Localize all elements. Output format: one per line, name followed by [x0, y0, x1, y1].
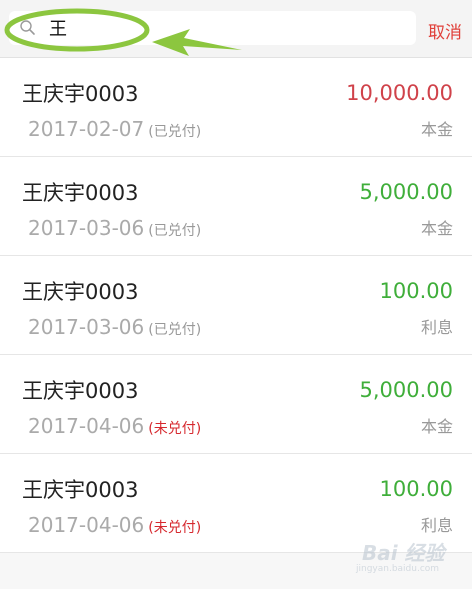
record-type: 利息	[420, 318, 453, 337]
status-label: (未兑付)	[148, 520, 202, 536]
record-list: 王庆宇0003 2017-02-07 (已兑付) 10,000.00 本金 王庆宇…	[0, 58, 472, 553]
record-date: 2017-04-06 (未兑付)	[28, 414, 202, 438]
search-input[interactable]	[49, 15, 404, 41]
record-type: 本金	[420, 120, 453, 139]
record-date: 2017-04-06 (未兑付)	[28, 513, 202, 537]
watermark-url: jingyan.baidu.com	[356, 564, 440, 574]
record-date: 2017-02-07 (已兑付)	[28, 117, 202, 141]
status-label: (已兑付)	[148, 223, 202, 239]
record-amount: 100.00	[379, 477, 453, 501]
record-name: 王庆宇0003	[22, 181, 139, 205]
record-date: 2017-03-06 (已兑付)	[28, 216, 202, 240]
status-label: (未兑付)	[148, 421, 202, 437]
status-label: (已兑付)	[148, 124, 202, 140]
watermark-logo: Bai 经验	[362, 541, 445, 565]
record-type: 本金	[420, 219, 453, 238]
watermark: Bai 经验 jingyan.baidu.com	[354, 533, 464, 577]
list-item[interactable]: 王庆宇0003 2017-04-06 (未兑付) 5,000.00 本金	[0, 355, 472, 454]
list-item[interactable]: 王庆宇0003 2017-03-06 (已兑付) 100.00 利息	[0, 256, 472, 355]
record-amount: 10,000.00	[346, 81, 453, 105]
status-label: (已兑付)	[148, 322, 202, 338]
record-amount: 100.00	[379, 279, 453, 303]
list-item[interactable]: 王庆宇0003 2017-03-06 (已兑付) 5,000.00 本金	[0, 157, 472, 256]
record-name: 王庆宇0003	[22, 379, 139, 403]
search-bar: 取消	[0, 0, 472, 58]
record-type: 本金	[420, 417, 453, 436]
record-name: 王庆宇0003	[22, 478, 139, 502]
record-name: 王庆宇0003	[22, 280, 139, 304]
record-date: 2017-03-06 (已兑付)	[28, 315, 202, 339]
cancel-button[interactable]: 取消	[428, 18, 462, 43]
search-box[interactable]	[9, 11, 416, 45]
record-amount: 5,000.00	[359, 180, 453, 204]
record-amount: 5,000.00	[359, 378, 453, 402]
record-name: 王庆宇0003	[22, 82, 139, 106]
list-item[interactable]: 王庆宇0003 2017-02-07 (已兑付) 10,000.00 本金	[0, 58, 472, 157]
search-icon	[19, 19, 36, 40]
